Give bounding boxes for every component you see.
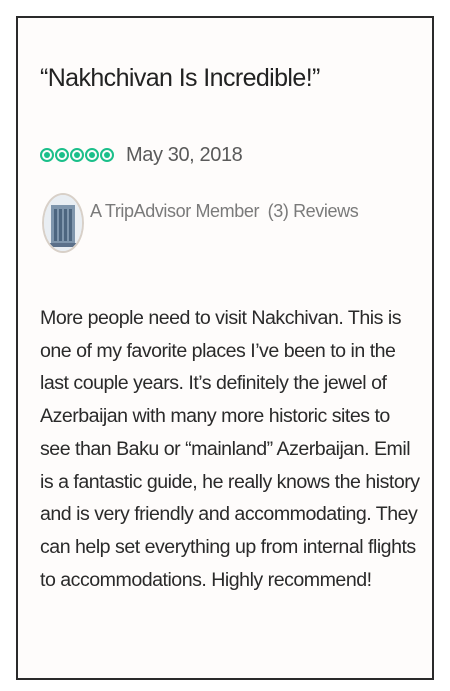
rating-bubble-icon bbox=[100, 148, 114, 162]
review-body: More people need to visit Nakchivan. Thi… bbox=[40, 302, 436, 596]
review-body-line: see than Baku or “mainland” Azerbaijan. … bbox=[40, 437, 411, 460]
member-text: A TripAdvisor Member (3) Reviews bbox=[90, 201, 359, 222]
member-review-count[interactable]: (3) Reviews bbox=[268, 201, 359, 221]
review-body-line: last couple years. It’s definitely the j… bbox=[40, 372, 387, 395]
review-body-line: can help set everything up from internal… bbox=[40, 535, 416, 558]
avatar[interactable] bbox=[42, 193, 84, 253]
review-body-line: More people need to visit Nakchivan. Thi… bbox=[40, 307, 402, 329]
rating-row: May 30, 2018 bbox=[40, 141, 243, 169]
rating-bubble-icon bbox=[40, 148, 54, 162]
review-title: “Nakhchivan Is Incredible!” bbox=[40, 64, 320, 92]
review-date: May 30, 2018 bbox=[126, 143, 243, 166]
rating-bubble-icon bbox=[85, 148, 99, 162]
review-body-line: and is very friendly and accommodating. … bbox=[40, 503, 418, 526]
rating-bubble-icon bbox=[55, 148, 69, 162]
rating-bubble-icon bbox=[70, 148, 84, 162]
building-avatar-icon bbox=[44, 195, 82, 251]
rating-bubbles bbox=[40, 148, 114, 162]
review-body-line: to accommodations. Highly recommend! bbox=[40, 568, 372, 591]
review-body-line: is a fantastic guide, he really knows th… bbox=[40, 470, 420, 493]
review-body-line: Azerbaijan with many more historic sites… bbox=[40, 405, 390, 428]
review-body-line: one of my favorite places I’ve been to i… bbox=[40, 339, 396, 362]
review-card: “Nakhchivan Is Incredible!” May 30, 2018… bbox=[16, 16, 434, 680]
member-name[interactable]: A TripAdvisor Member bbox=[90, 201, 259, 221]
member-info: A TripAdvisor Member (3) Reviews bbox=[42, 193, 359, 253]
